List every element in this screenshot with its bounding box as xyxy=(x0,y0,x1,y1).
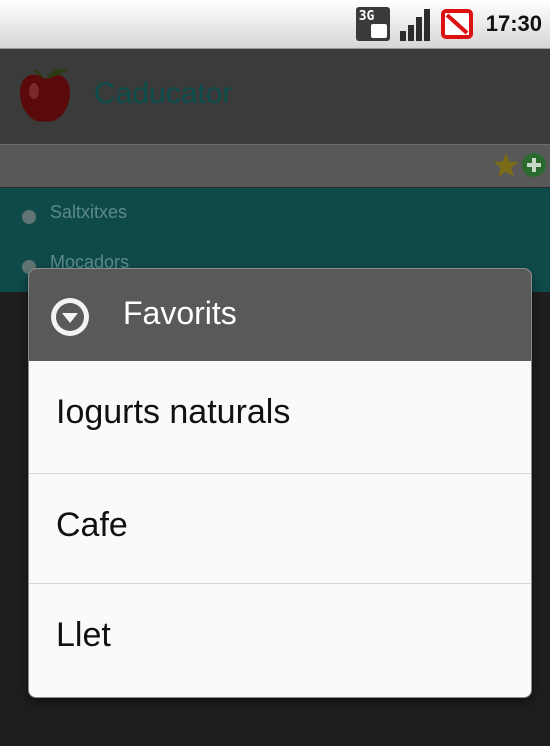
dialog-option[interactable]: Llet xyxy=(29,583,531,694)
signal-bars-icon xyxy=(398,7,432,41)
favorites-dialog: Favorits Iogurts naturals Cafe Llet xyxy=(29,269,531,697)
list-item-label: Saltxitxes xyxy=(50,202,128,222)
dialog-option[interactable]: Cafe xyxy=(29,473,531,584)
no-battery-warning-icon xyxy=(440,7,474,41)
dropdown-circle-icon xyxy=(51,298,89,336)
dialog-option-label: Iogurts naturals xyxy=(56,393,291,431)
clock: 17:30 xyxy=(485,11,542,36)
apple-logo-icon xyxy=(16,63,74,127)
dialog-option-label: Cafe xyxy=(56,506,128,544)
app-title-bar: Caducator xyxy=(0,49,550,144)
network-3g-label: 3G xyxy=(358,9,375,24)
status-icons: 3G 17:30 xyxy=(355,6,542,42)
add-icon[interactable] xyxy=(522,153,546,177)
dialog-option[interactable]: Iogurts naturals xyxy=(29,361,531,471)
dialog-option-label: Llet xyxy=(56,616,111,654)
star-icon[interactable] xyxy=(492,151,520,183)
app-toolbar xyxy=(0,144,550,188)
app-title: Caducator xyxy=(94,77,233,110)
network-3g-icon: 3G xyxy=(355,7,390,41)
list-item[interactable]: Saltxitxes xyxy=(0,190,550,240)
radio-icon xyxy=(22,210,36,224)
status-bar: 3G 17:30 xyxy=(0,0,550,49)
dialog-title: Favorits xyxy=(123,295,237,331)
dialog-header: Favorits xyxy=(29,269,531,361)
